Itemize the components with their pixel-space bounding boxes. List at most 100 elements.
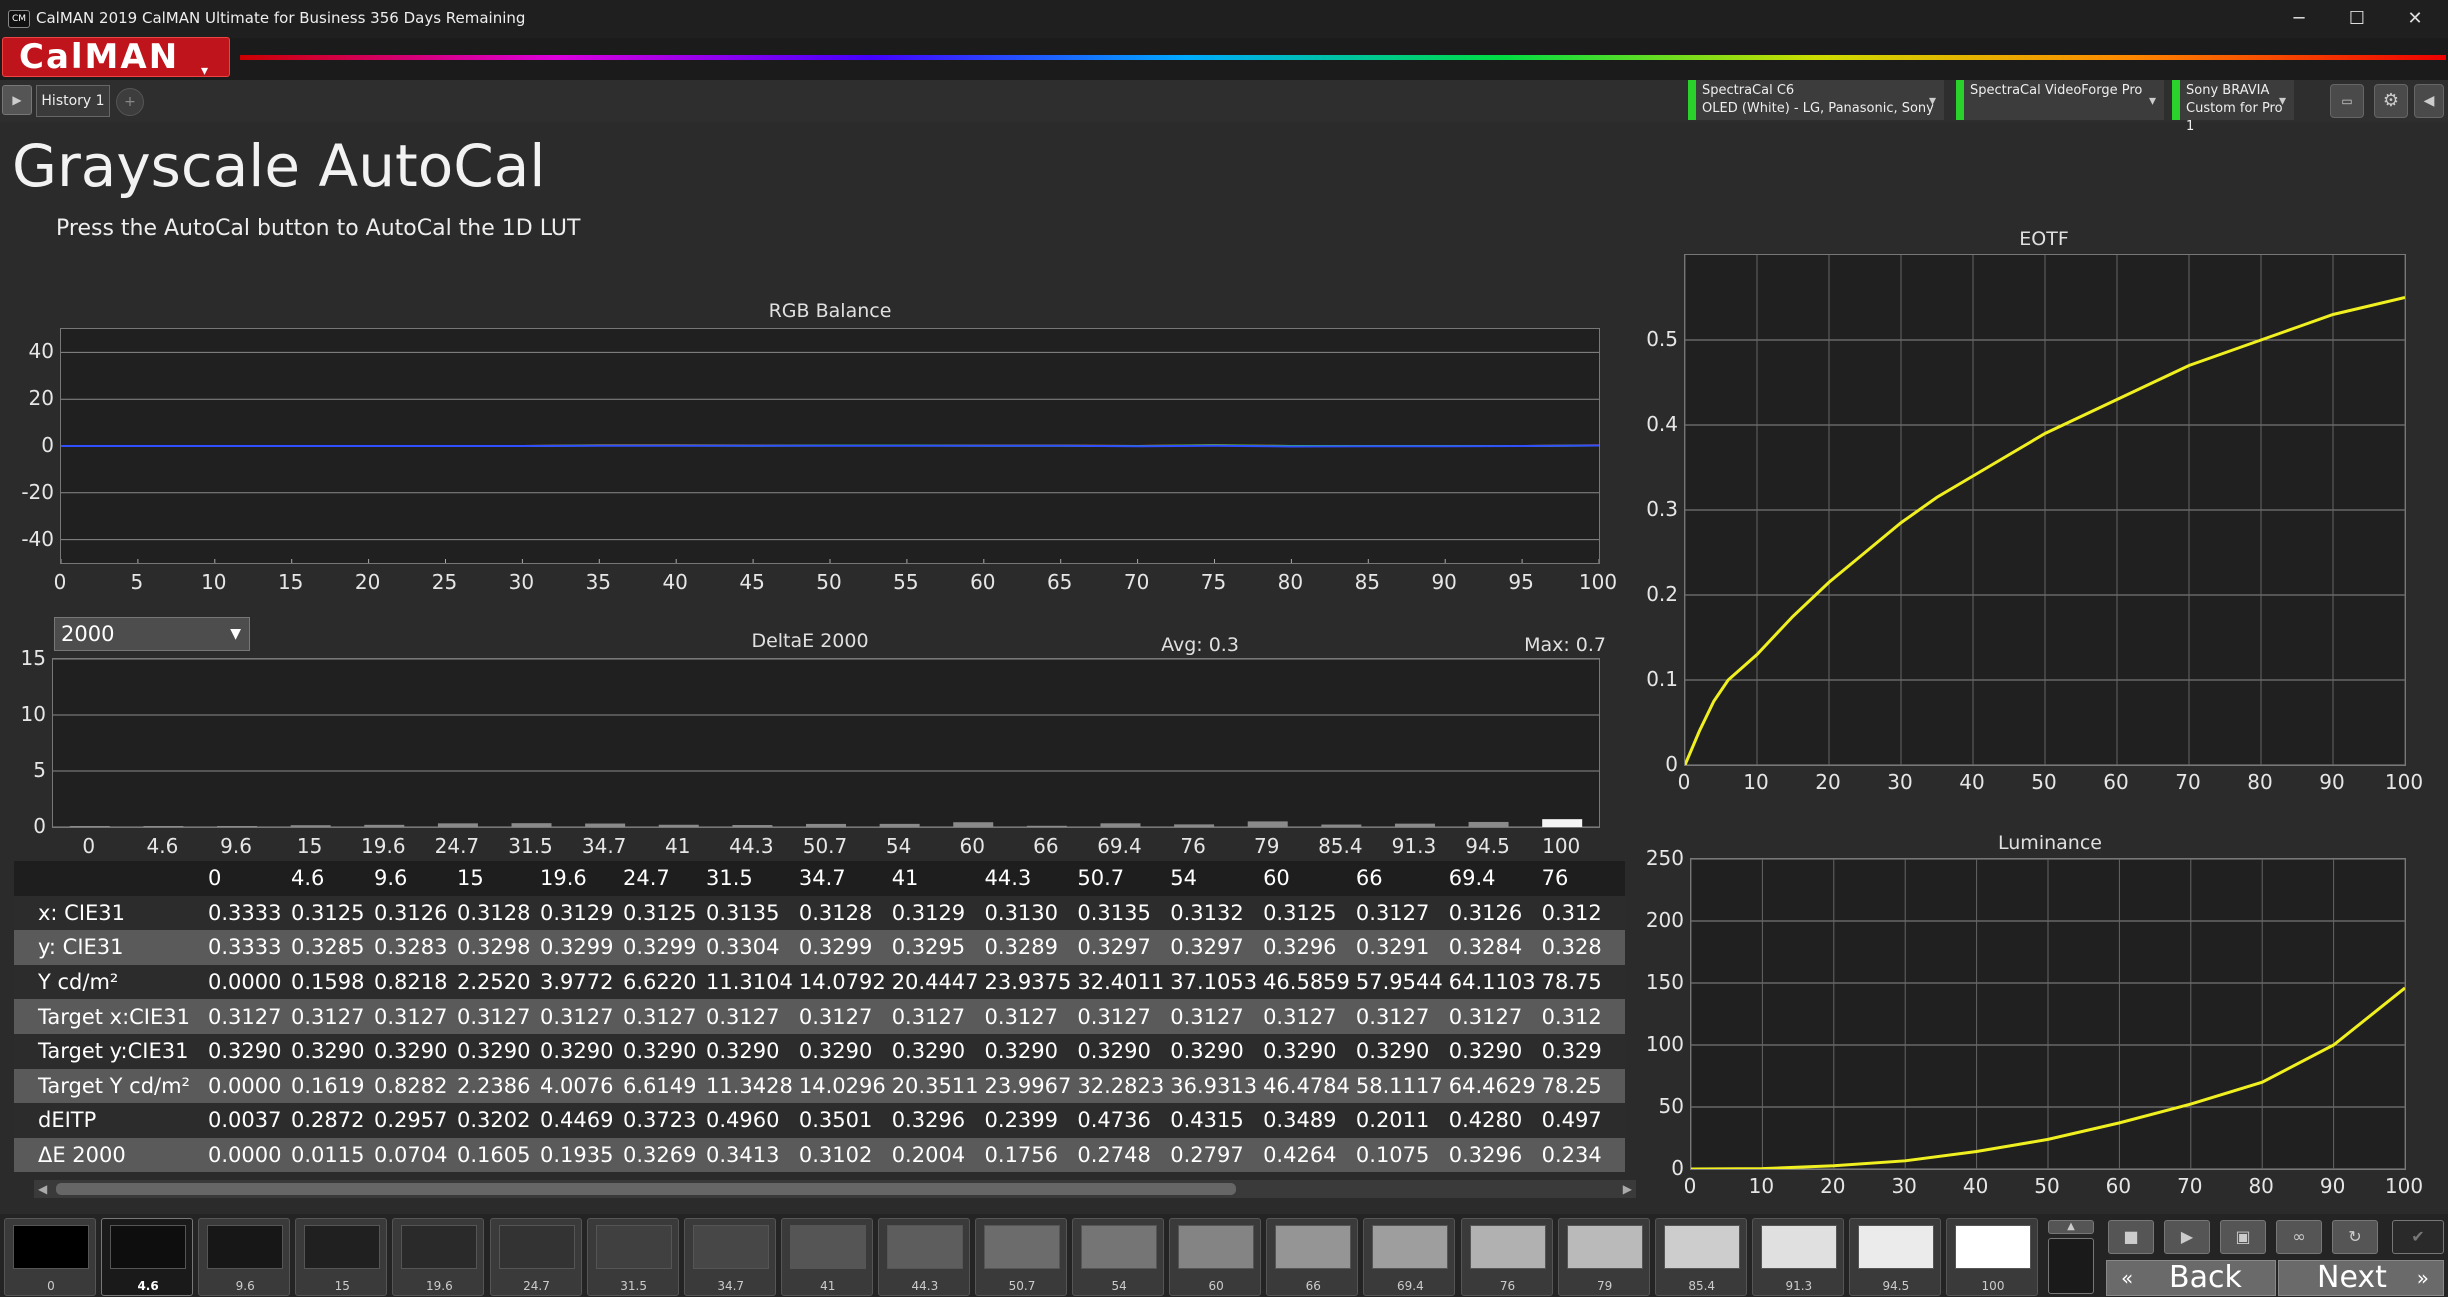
- grayscale-swatch[interactable]: 91.3: [1751, 1218, 1844, 1296]
- table-cell: 36.9313: [1170, 1068, 1264, 1104]
- rainbow-bar: [240, 55, 2446, 60]
- grayscale-swatch[interactable]: 0: [4, 1218, 96, 1296]
- calman-menu-button[interactable]: CalMAN ▾: [2, 37, 230, 79]
- table-cell: 0.2011: [1355, 1103, 1449, 1138]
- triangle-left-icon[interactable]: ◀: [2414, 84, 2444, 118]
- luminance-y-tick-label: 200: [1645, 908, 1684, 932]
- grayscale-swatch[interactable]: 24.7: [489, 1218, 582, 1296]
- table-cell: 0.4736: [1077, 1103, 1171, 1138]
- stop-icon[interactable]: ■: [2108, 1220, 2154, 1254]
- maximize-button[interactable]: ☐: [2334, 4, 2380, 34]
- grayscale-swatch[interactable]: 54: [1072, 1218, 1165, 1296]
- deltae-svg: [53, 658, 1599, 828]
- monitor-icon[interactable]: ▭: [2330, 84, 2364, 118]
- grayscale-swatch[interactable]: 31.5: [586, 1218, 679, 1296]
- deltae-formula-select[interactable]: 2000 ▼: [54, 617, 250, 651]
- table-column-header: 9.6: [374, 861, 457, 896]
- table-column-header: 76: [1541, 861, 1625, 896]
- eotf-x-tick-label: 10: [1743, 770, 1769, 794]
- device-meter-name: SpectraCal C6: [1702, 83, 1795, 98]
- grayscale-swatch[interactable]: 50.7: [975, 1218, 1067, 1296]
- refresh-icon[interactable]: ↻: [2332, 1220, 2378, 1254]
- grayscale-swatch[interactable]: 19.6: [392, 1218, 485, 1296]
- grayscale-swatch[interactable]: 100: [1946, 1218, 2038, 1296]
- table-cell: 2.2386: [457, 1068, 540, 1104]
- grayscale-swatch[interactable]: 41: [780, 1218, 873, 1296]
- close-button[interactable]: ✕: [2392, 4, 2438, 34]
- grayscale-swatch[interactable]: 69.4: [1363, 1218, 1456, 1296]
- scroll-right-icon[interactable]: ▶: [1623, 1180, 1632, 1198]
- deltae-x-tick-label: 79: [1253, 834, 1280, 858]
- swatch-label: 94.5: [1882, 1279, 1910, 1293]
- table-cell: 0.1075: [1355, 1137, 1449, 1173]
- grayscale-swatch[interactable]: 85.4: [1654, 1218, 1747, 1296]
- table-cell: 0.3333: [208, 930, 291, 965]
- table-row: Target y:CIE31 0.3290 0.3290 0.3290 0.3290 0.…: [14, 1033, 1625, 1069]
- table-cell: 11.3428: [706, 1068, 799, 1104]
- table-horizontal-scrollbar[interactable]: ◀ ▶: [34, 1180, 1636, 1198]
- grayscale-swatch[interactable]: 76: [1460, 1218, 1553, 1296]
- eotf-plot: [1683, 254, 2406, 766]
- swatch-label: 44.3: [911, 1279, 939, 1293]
- table-cell: 0.3290: [291, 1033, 374, 1069]
- device-meter[interactable]: SpectraCal C6 OLED (White) - LG, Panason…: [1688, 80, 1944, 120]
- scroll-left-icon[interactable]: ◀: [38, 1180, 47, 1198]
- grayscale-swatch[interactable]: 60: [1169, 1218, 1262, 1296]
- save-icon[interactable]: ▣: [2220, 1220, 2266, 1254]
- grayscale-swatch[interactable]: 94.5: [1848, 1218, 1941, 1296]
- scrollbar-thumb[interactable]: [56, 1183, 1236, 1195]
- next-button-label: Next: [2317, 1260, 2387, 1295]
- back-button[interactable]: « Back: [2106, 1260, 2276, 1296]
- deltae-x-tick-label: 4.6: [146, 834, 179, 858]
- swatch-color: [304, 1225, 381, 1269]
- table-row-label: ΔE 2000: [14, 1137, 208, 1173]
- add-tab-button[interactable]: +: [116, 88, 144, 116]
- grayscale-swatch[interactable]: 79: [1557, 1218, 1650, 1296]
- grayscale-swatch[interactable]: 9.6: [198, 1218, 291, 1296]
- swatch-label: 41: [820, 1279, 836, 1293]
- table-cell: 78.25: [1541, 1068, 1625, 1104]
- grayscale-swatch[interactable]: 34.7: [683, 1218, 776, 1296]
- device-display[interactable]: Sony BRAVIA Custom for Pro 1 ▾: [2172, 80, 2294, 134]
- table-cell: 0.3127: [1077, 999, 1171, 1034]
- luminance-x-tick-label: 30: [1891, 1174, 1917, 1198]
- grayscale-swatch[interactable]: 44.3: [877, 1218, 970, 1296]
- luminance-x-tick-label: 70: [2177, 1174, 2203, 1198]
- rgb-x-tick-label: 40: [662, 570, 688, 594]
- table-cell: 0.3135: [706, 895, 799, 931]
- next-button[interactable]: Next »: [2278, 1260, 2444, 1296]
- deltae-x-tick-label: 85.4: [1318, 834, 1363, 858]
- loop-icon[interactable]: ∞: [2276, 1220, 2322, 1254]
- deltae-bar: [1321, 824, 1362, 827]
- grayscale-swatch[interactable]: 66: [1266, 1218, 1359, 1296]
- title-bar: CM CalMAN 2019 CalMAN Ultimate for Busin…: [0, 0, 2448, 38]
- play-arrow-icon[interactable]: ▶: [2, 85, 32, 115]
- table-cell: 0.3127: [1170, 999, 1264, 1034]
- deltae-bar: [879, 823, 920, 827]
- eotf-y-tick-label: 0: [1665, 752, 1678, 776]
- deltae-x-tick-label: 91.3: [1391, 834, 1437, 858]
- table-cell: 0.4264: [1263, 1137, 1356, 1173]
- grayscale-swatch[interactable]: 4.6: [101, 1218, 194, 1296]
- table-cell: 0.0000: [208, 1137, 291, 1173]
- play-icon[interactable]: ▶: [2164, 1220, 2210, 1254]
- chevron-down-icon: ▾: [1928, 93, 1936, 109]
- deltae-y-tick-label: 15: [20, 646, 46, 670]
- eotf-x-tick-label: 0: [1677, 770, 1691, 794]
- luminance-svg: [1690, 858, 2406, 1171]
- gear-icon[interactable]: ⚙: [2374, 84, 2408, 118]
- luminance-y-tick-label: 100: [1645, 1032, 1684, 1056]
- table-cell: 0.3126: [1448, 895, 1542, 931]
- table-cell: 0.3290: [1170, 1033, 1264, 1069]
- table-cell: 64.1103: [1448, 964, 1542, 1000]
- eotf-x-tick-label: 30: [1887, 770, 1913, 794]
- table-cell: 0.3125: [1263, 895, 1356, 931]
- check-icon[interactable]: ✔: [2392, 1220, 2444, 1254]
- device-pattern-generator[interactable]: SpectraCal VideoForge Pro ▾: [1956, 80, 2164, 120]
- minimize-button[interactable]: ─: [2276, 4, 2322, 34]
- grayscale-swatch[interactable]: 15: [295, 1218, 388, 1296]
- swatch-color: [13, 1225, 89, 1269]
- tab-history-1[interactable]: History 1: [36, 85, 110, 117]
- rgb-y-tick-label: -40: [21, 526, 54, 551]
- scroll-up-icon[interactable]: ▲: [2048, 1220, 2094, 1234]
